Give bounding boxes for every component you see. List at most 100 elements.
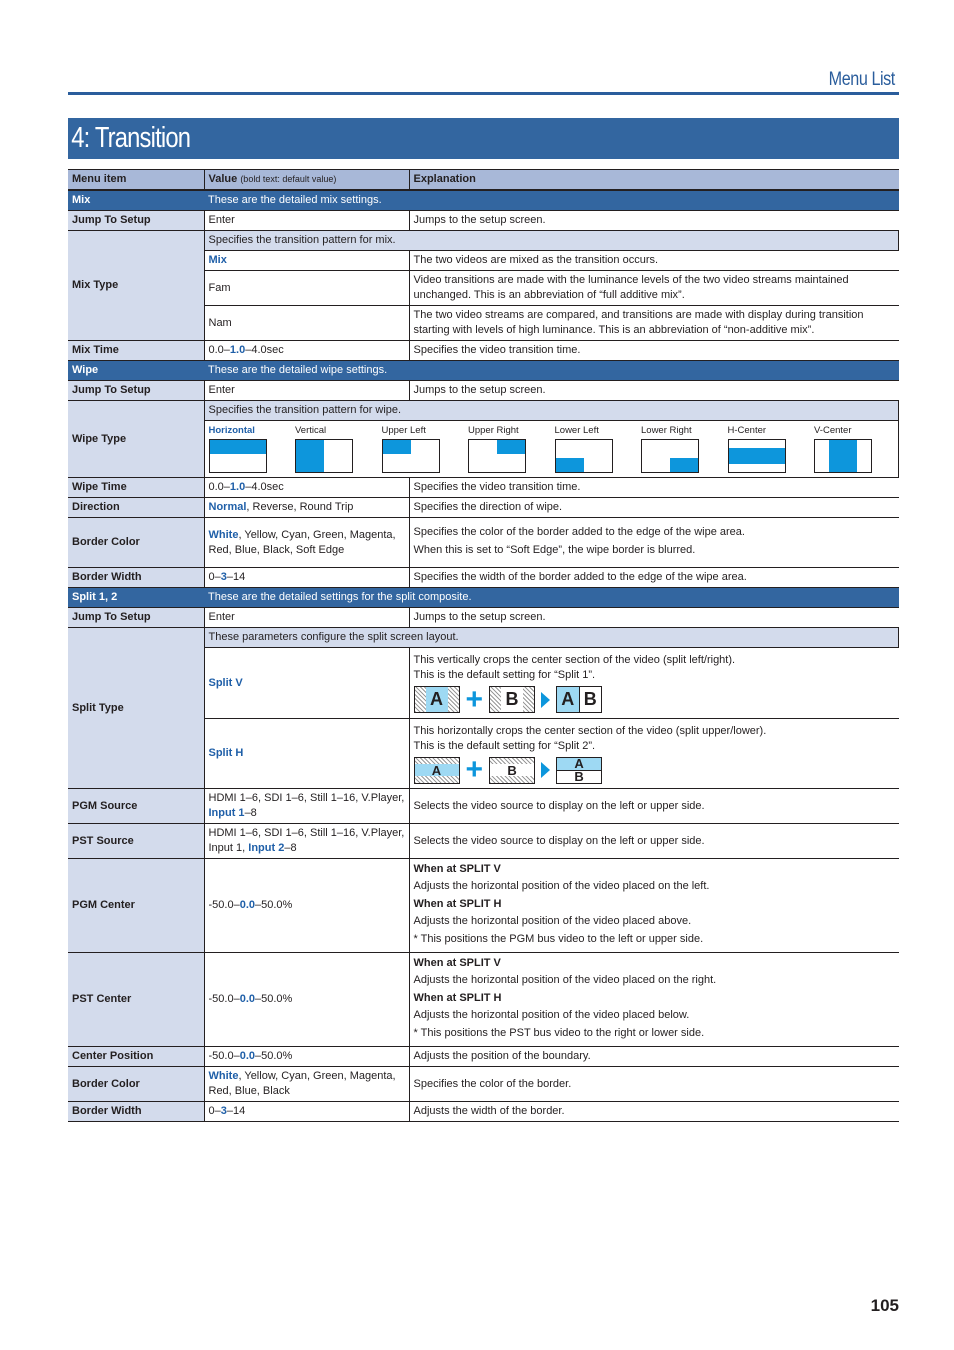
result-icon: AB [556, 756, 603, 784]
table-row: Mix Type Specifies the transition patter… [68, 230, 899, 341]
wipe-pattern-horizontal: Horizontal [208, 423, 289, 473]
page-number: 105 [870, 1296, 899, 1315]
page-title: 4: Transition [71, 122, 191, 154]
table-header: Menu item Value (bold text: default valu… [68, 169, 899, 191]
menu-item: Wipe Type [68, 400, 205, 478]
section-mix: Mix These are the detailed mix settings. [68, 190, 899, 211]
v-center-wipe-icon [814, 439, 872, 473]
table-row: Wipe Time 0.0–1.0–4.0sec Specifies the v… [68, 477, 899, 498]
default-value: Input 1 [208, 807, 245, 819]
explanation: Jumps to the setup screen. [408, 380, 899, 401]
menu-item: PST Center [68, 952, 205, 1047]
section-desc: These are the detailed mix settings. [204, 190, 899, 211]
table-row: Border Width 0–3–14 Specifies the width … [68, 567, 899, 588]
explanation: Video transitions are made with the lumi… [408, 270, 899, 306]
section-label-mix: Mix [68, 190, 204, 211]
value: White, Yellow, Cyan, Green, Magenta, Red… [203, 517, 410, 568]
value: -50.0–0.0–50.0% [203, 1046, 410, 1067]
explanation: This vertically crops the center section… [408, 647, 899, 719]
default-value: 0.0 [239, 1050, 255, 1062]
explanation: This horizontally crops the center secti… [408, 718, 899, 789]
menu-item: Split Type [68, 627, 205, 789]
default-value: White [208, 1070, 239, 1082]
explanation: Selects the video source to display on t… [408, 788, 899, 824]
split-h-diagram: A + B AB [413, 755, 895, 785]
default-value: 0.0 [239, 899, 255, 911]
source-b-icon: B [489, 686, 536, 713]
section-label: Menu List [828, 69, 896, 90]
section-split: Split 1, 2 These are the detailed settin… [68, 587, 899, 608]
table-row: Wipe Type Specifies the transition patte… [68, 400, 899, 478]
upper-right-wipe-icon [468, 439, 526, 473]
value: 0.0–1.0–4.0sec [203, 477, 410, 498]
default-value: 1.0 [229, 481, 246, 493]
explanation: Specifies the direction of wipe. [408, 497, 899, 518]
col-menu-item: Menu item [68, 169, 205, 191]
lower-left-wipe-icon [554, 439, 613, 473]
menu-item: PGM Source [68, 788, 205, 824]
table-row: PGM Center -50.0–0.0–50.0% When at SPLIT… [68, 858, 899, 953]
wipe-pattern-upper-right: Upper Right [468, 423, 548, 473]
menu-item: Border Color [68, 1066, 205, 1102]
value: Mix [203, 250, 410, 271]
section-desc: These are the detailed settings for the … [204, 587, 899, 608]
wipe-pattern-lower-right: Lower Right [641, 423, 721, 473]
wipe-pattern-upper-left: Upper Left [381, 423, 462, 473]
wipe-pattern-vertical: Vertical [295, 423, 375, 473]
table-row: Split Type These parameters configure th… [68, 627, 899, 789]
upper-left-wipe-icon [381, 439, 440, 473]
table-row: PGM Source HDMI 1–6, SDI 1–6, Still 1–16… [68, 788, 899, 824]
section-label-split: Split 1, 2 [68, 587, 204, 608]
wipe-pattern-v-center: V-Center [814, 423, 894, 473]
menu-item: Border Width [68, 1101, 205, 1122]
value: HDMI 1–6, SDI 1–6, Still 1–16, V.Player,… [203, 788, 410, 824]
default-value: White [208, 528, 239, 541]
table-row: Jump To Setup Enter Jumps to the setup s… [68, 210, 899, 231]
value: HDMI 1–6, SDI 1–6, Still 1–16, V.Player,… [203, 823, 410, 859]
value: Enter [203, 607, 410, 628]
source-b-icon: B [489, 756, 536, 784]
horizontal-wipe-icon [208, 439, 267, 473]
menu-table: Menu item Value (bold text: default valu… [68, 169, 899, 1122]
value: 0.0–1.0–4.0sec [203, 340, 410, 361]
explanation: Specifies the video transition time. [408, 477, 899, 498]
value: 0–3–14 [203, 567, 410, 588]
explanation: Selects the video source to display on t… [408, 823, 899, 859]
col-value: Value (bold text: default value) [203, 169, 410, 191]
source-a-icon: A [413, 756, 460, 784]
table-row: PST Center -50.0–0.0–50.0% When at SPLIT… [68, 952, 899, 1047]
menu-item: Direction [68, 497, 205, 518]
section-label-wipe: Wipe [68, 360, 204, 381]
menu-item: Wipe Time [68, 477, 205, 498]
explanation: The two videos are mixed as the transiti… [408, 250, 899, 271]
lower-right-wipe-icon [641, 439, 699, 473]
default-value: Input 2 [248, 842, 285, 854]
table-row: Jump To Setup Enter Jumps to the setup s… [68, 380, 899, 401]
value: Enter [203, 210, 410, 231]
explanation: When at SPLIT V Adjusts the horizontal p… [408, 952, 899, 1047]
header-rule [68, 92, 899, 95]
explanation: Specifies the video transition time. [408, 340, 899, 361]
value: -50.0–0.0–50.0% [203, 858, 410, 953]
source-a-icon: A [413, 686, 460, 713]
vertical-wipe-icon [295, 439, 353, 473]
menu-item: Center Position [68, 1046, 205, 1067]
explanation: Specifies the width of the border added … [408, 567, 899, 588]
menu-item: PGM Center [68, 858, 205, 953]
explanation: Adjusts the position of the boundary. [408, 1046, 899, 1067]
wipe-pattern-h-center: H-Center [727, 423, 808, 473]
value: Nam [203, 305, 410, 341]
explanation: Jumps to the setup screen. [408, 210, 899, 231]
value: Split H [203, 718, 410, 789]
table-row: Center Position -50.0–0.0–50.0% Adjusts … [68, 1046, 899, 1067]
row-intro: Specifies the transition pattern for wip… [203, 400, 899, 421]
value-note: (bold text: default value) [240, 174, 337, 184]
menu-item: PST Source [68, 823, 205, 859]
table-row: Direction Normal, Reverse, Round Trip Sp… [68, 497, 899, 518]
table-row: PST Source HDMI 1–6, SDI 1–6, Still 1–16… [68, 823, 899, 859]
split-v-diagram: A + B AB [413, 684, 895, 714]
table-row: Jump To Setup Enter Jumps to the setup s… [68, 607, 899, 628]
result-icon: AB [556, 686, 603, 713]
row-intro: These parameters configure the split scr… [203, 627, 899, 648]
value: Normal, Reverse, Round Trip [203, 497, 410, 518]
